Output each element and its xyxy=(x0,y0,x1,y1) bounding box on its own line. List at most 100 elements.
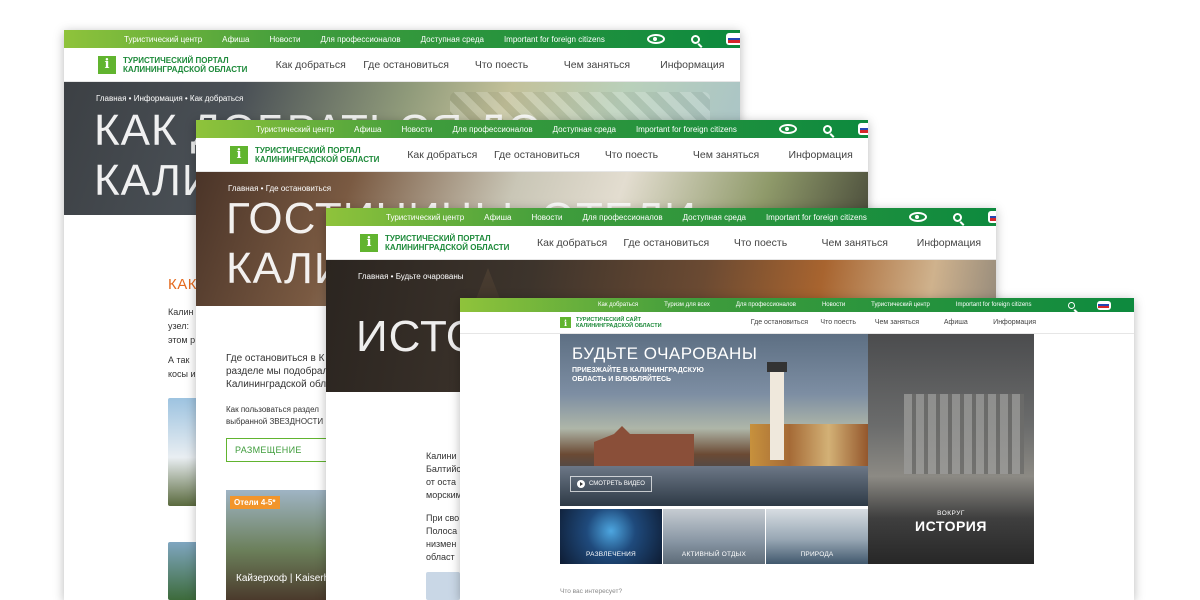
eye-icon[interactable] xyxy=(646,34,665,44)
info-logo-icon: i xyxy=(98,55,116,74)
top-link-news[interactable]: Новости xyxy=(270,35,301,44)
flag-ru-icon[interactable] xyxy=(1096,300,1111,310)
watch-video-label: СМОТРЕТЬ ВИДЕО xyxy=(589,481,645,487)
nav-where-to-stay[interactable]: Где остановиться xyxy=(490,149,585,161)
search-icon[interactable] xyxy=(952,212,962,222)
logo[interactable]: i ТУРИСТИЧЕСКИЙ ПОРТАЛ КАЛИНИНГРАДСКОЙ О… xyxy=(98,55,263,74)
top-link-professionals[interactable]: Для профессионалов xyxy=(320,35,400,44)
screenshot-collage: Туристический центр Афиша Новости Для пр… xyxy=(0,0,1200,600)
logo[interactable]: i ТУРИСТИЧЕСКИЙ ПОРТАЛ КАЛИНИНГРАДСКОЙ О… xyxy=(230,145,395,164)
watch-video-button[interactable]: СМОТРЕТЬ ВИДЕО xyxy=(570,476,652,492)
text-line: Полоса xyxy=(426,526,458,536)
top-tools xyxy=(1067,300,1111,310)
flag-ru-icon[interactable] xyxy=(725,33,740,45)
feature-title: БУДЬТЕ ОЧАРОВАНЫ xyxy=(572,344,758,363)
top-link-professionals[interactable]: Для профессионалов xyxy=(582,213,662,222)
top-link-news[interactable]: Новости xyxy=(402,125,433,134)
info-logo-icon: i xyxy=(360,233,378,252)
text-line: Калини xyxy=(426,451,457,461)
flag-ru-icon[interactable] xyxy=(857,123,868,135)
feature-banner[interactable]: БУДЬТЕ ОЧАРОВАНЫ ПРИЕЗЖАЙТЕ В КАЛИНИНГРА… xyxy=(560,334,868,506)
text-line: Калин xyxy=(168,307,194,317)
main-nav: i ТУРИСТИЧЕСКИЙ САЙТ КАЛИНИНГРАДСКОЙ ОБЛ… xyxy=(460,312,1134,334)
breadcrumb[interactable]: Главная • Где остановиться xyxy=(228,184,331,193)
top-link-foreign[interactable]: Important for foreign citizens xyxy=(636,125,737,134)
nav-what-to-do[interactable]: Чем заняться xyxy=(679,149,774,161)
top-bar: Туристический центр Афиша Новости Для пр… xyxy=(326,208,996,226)
search-icon[interactable] xyxy=(1067,301,1075,309)
text-line: узел: xyxy=(168,321,189,331)
main-nav: i ТУРИСТИЧЕСКИЙ ПОРТАЛ КАЛИНИНГРАДСКОЙ О… xyxy=(64,48,740,82)
top-link-foreign[interactable]: Important for foreign citizens xyxy=(766,213,867,222)
main-nav: i ТУРИСТИЧЕСКИЙ ПОРТАЛ КАЛИНИНГРАДСКОЙ О… xyxy=(196,138,868,172)
logo[interactable]: i ТУРИСТИЧЕСКИЙ ПОРТАЛ КАЛИНИНГРАДСКОЙ О… xyxy=(360,233,525,252)
top-link-accessible[interactable]: Доступная среда xyxy=(553,125,616,134)
search-icon[interactable] xyxy=(690,34,700,44)
nav-how-to-get[interactable]: Как добраться xyxy=(395,149,490,161)
top-link-tourist-center[interactable]: Туристический центр xyxy=(871,302,930,308)
top-link-afisha[interactable]: Афиша xyxy=(222,35,249,44)
page-home: Как добраться Туризм для всех Для профес… xyxy=(460,298,1134,600)
history-slide[interactable]: ВОКРУГ ИСТОРИЯ xyxy=(868,334,1034,564)
tile-nature[interactable]: ПРИРОДА xyxy=(766,509,868,564)
top-tools xyxy=(908,211,996,223)
nav-information[interactable]: Информация xyxy=(985,319,1044,326)
eye-icon[interactable] xyxy=(778,124,797,134)
top-link-professionals[interactable]: Для профессионалов xyxy=(736,302,796,308)
nav-what-to-do[interactable]: Чем заняться xyxy=(808,237,902,249)
top-link-tourism-for-all[interactable]: Туризм для всех xyxy=(664,302,710,308)
top-link-afisha[interactable]: Афиша xyxy=(354,125,381,134)
nav-where-to-stay[interactable]: Где остановиться xyxy=(750,319,809,326)
nav-where-to-stay[interactable]: Где остановиться xyxy=(619,237,713,249)
logo[interactable]: i ТУРИСТИЧЕСКИЙ САЙТ КАЛИНИНГРАДСКОЙ ОБЛ… xyxy=(560,317,750,329)
breadcrumb[interactable]: Главная • Информация • Как добраться xyxy=(96,94,243,103)
text-line: При сво xyxy=(426,513,460,523)
intro-line: Калининградской обл xyxy=(226,379,327,390)
top-link-tourist-center[interactable]: Туристический центр xyxy=(386,213,464,222)
nav-information[interactable]: Информация xyxy=(902,237,996,249)
nav-information[interactable]: Информация xyxy=(773,149,868,161)
eye-icon[interactable] xyxy=(908,212,927,222)
top-link-foreign[interactable]: Important for foreign citizens xyxy=(956,302,1032,308)
text-line: А так xyxy=(168,355,190,365)
info-logo-icon: i xyxy=(230,145,248,164)
nav-information[interactable]: Информация xyxy=(645,59,740,71)
top-link-tourist-center[interactable]: Туристический центр xyxy=(256,125,334,134)
breadcrumb[interactable]: Главная • Будьте очарованы xyxy=(358,272,464,281)
search-icon[interactable] xyxy=(822,124,832,134)
text-line: низмен xyxy=(426,539,457,549)
top-link-news[interactable]: Новости xyxy=(822,302,845,308)
interest-prompt: Что вас интересует? xyxy=(560,588,623,595)
nav-what-to-eat[interactable]: Что поесть xyxy=(809,319,868,326)
hotel-name: Кайзерхоф | Kaiserho xyxy=(236,573,335,584)
feature-subtitle: ПРИЕЗЖАЙТЕ В КАЛИНИНГРАДСКУЮ ОБЛАСТЬ И В… xyxy=(572,367,704,383)
text-line: этом р xyxy=(168,335,196,345)
top-link-afisha[interactable]: Афиша xyxy=(484,213,511,222)
top-link-foreign[interactable]: Important for foreign citizens xyxy=(504,35,605,44)
top-link-news[interactable]: Новости xyxy=(532,213,563,222)
nav-how-to-get[interactable]: Как добраться xyxy=(263,59,358,71)
nav-where-to-stay[interactable]: Где остановиться xyxy=(358,59,453,71)
top-link-accessible[interactable]: Доступная среда xyxy=(683,213,746,222)
top-link-how-to-get[interactable]: Как добраться xyxy=(598,302,638,308)
nav-what-to-do[interactable]: Чем заняться xyxy=(868,319,927,326)
hint-line: Как пользоваться раздел xyxy=(226,405,319,414)
logo-text: ТУРИСТИЧЕСКИЙ ПОРТАЛ КАЛИНИНГРАДСКОЙ ОБЛ… xyxy=(255,145,380,164)
tile-entertainment[interactable]: РАЗВЛЕЧЕНИЯ xyxy=(560,509,662,564)
flag-ru-icon[interactable] xyxy=(987,211,996,223)
info-logo-icon: i xyxy=(560,317,571,328)
top-link-professionals[interactable]: Для профессионалов xyxy=(452,125,532,134)
nav-what-to-eat[interactable]: Что поесть xyxy=(454,59,549,71)
text-line: област xyxy=(426,552,455,562)
tile-label: РАЗВЛЕЧЕНИЯ xyxy=(586,551,636,558)
nav-afisha[interactable]: Афиша xyxy=(926,319,985,326)
nav-what-to-do[interactable]: Чем заняться xyxy=(549,59,644,71)
building-image xyxy=(904,394,1024,474)
slide-title: ИСТОРИЯ xyxy=(915,518,987,534)
nav-what-to-eat[interactable]: Что поесть xyxy=(584,149,679,161)
tile-active-rest[interactable]: АКТИВНЫЙ ОТДЫХ xyxy=(663,509,765,564)
nav-how-to-get[interactable]: Как добраться xyxy=(525,237,619,249)
top-link-accessible[interactable]: Доступная среда xyxy=(421,35,484,44)
nav-what-to-eat[interactable]: Что поесть xyxy=(713,237,807,249)
top-link-tourist-center[interactable]: Туристический центр xyxy=(124,35,202,44)
